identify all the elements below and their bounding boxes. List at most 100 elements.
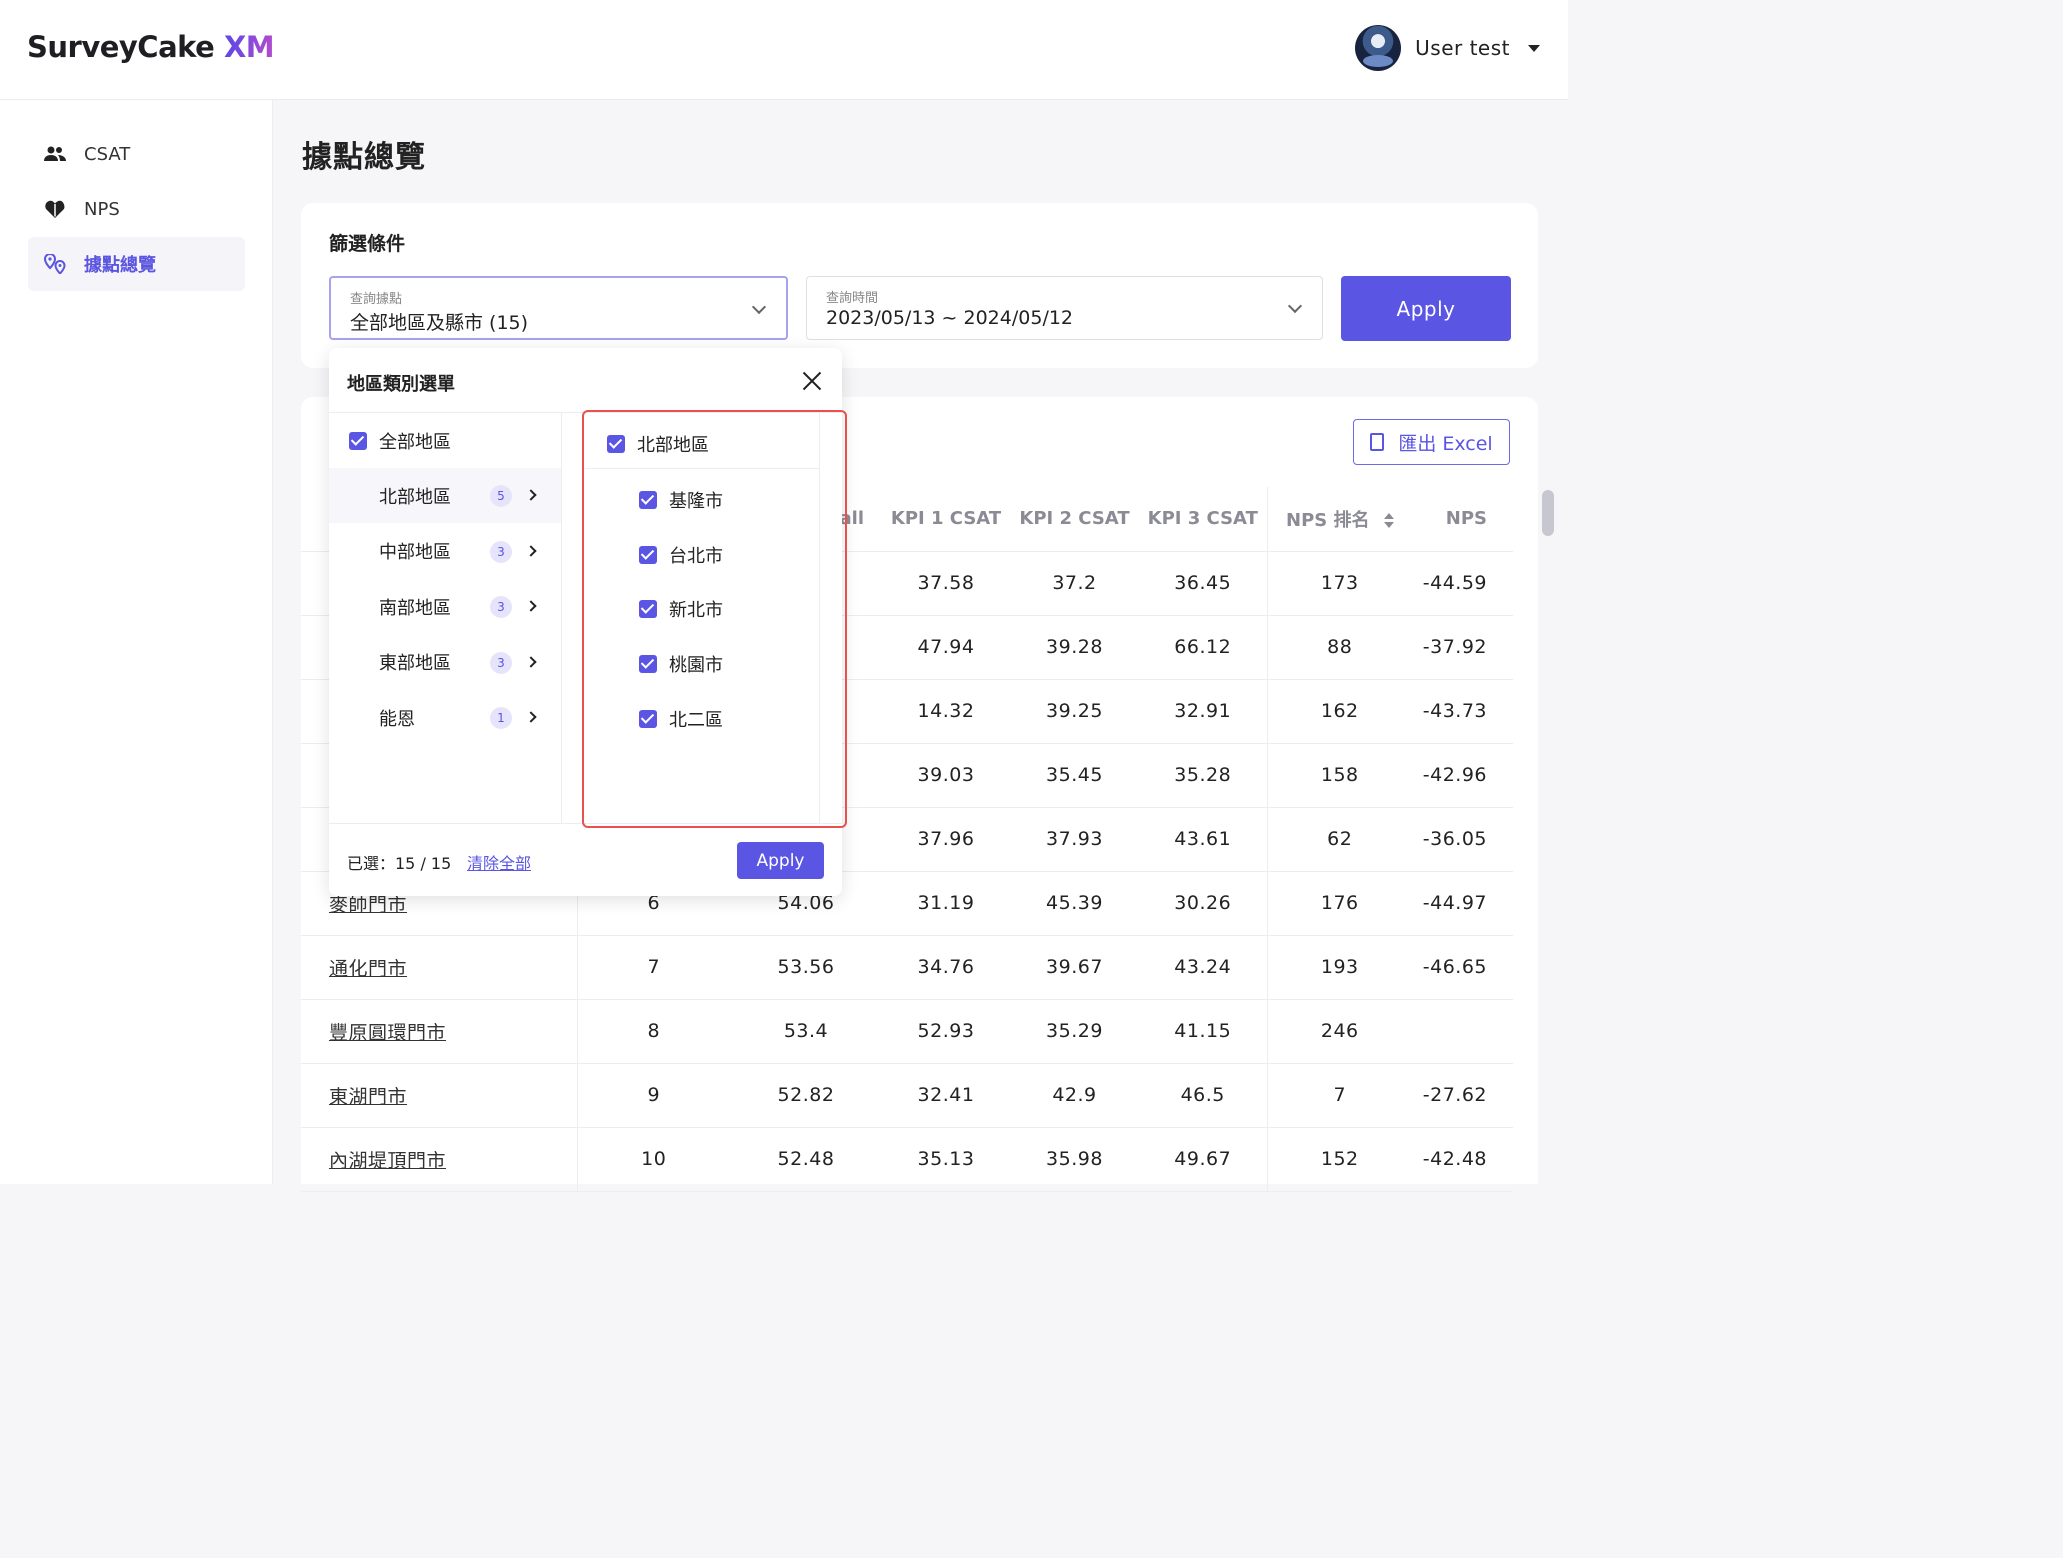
date-select-value: 2023/05/13 ~ 2024/05/12 (826, 307, 1074, 329)
region-item[interactable]: 北部地區 5 (329, 468, 561, 523)
cell-kpi2: 42.9 (1010, 1063, 1139, 1128)
cell-nps: -43.73 (1412, 679, 1513, 744)
avatar[interactable] (1355, 25, 1402, 71)
clear-all-link[interactable]: 清除全部 (467, 850, 531, 874)
cell-kpi2: 35.45 (1010, 743, 1139, 808)
chevron-right-icon[interactable] (525, 489, 537, 501)
region-list: 全部地區 北部地區 5 中部地區 3 南部地區 3 東部地區 3 能恩 1 (329, 413, 562, 824)
sidebar-item-csat[interactable]: CSAT (28, 127, 245, 181)
cell-nps (1412, 999, 1513, 1064)
cell-nps: -44.59 (1412, 551, 1513, 616)
sidebar-item-label: 據點總覽 (84, 255, 156, 276)
cell-kpi1: 47.94 (882, 615, 1010, 680)
date-select-caption: 查詢時間 (826, 291, 879, 306)
cell-kpi2: 37.93 (1010, 807, 1139, 872)
cell-kpi3: 41.15 (1139, 999, 1267, 1064)
page-title: 據點總覽 (302, 140, 426, 175)
file-export-icon (1370, 433, 1385, 451)
cell-kpi1: 31.19 (882, 871, 1010, 936)
cell-overall: 52.82 (730, 1063, 882, 1128)
cell-overall: 52.48 (730, 1127, 882, 1192)
chevron-right-icon[interactable] (525, 655, 537, 668)
location-pins-icon (44, 253, 66, 275)
region-count-badge: 3 (490, 540, 512, 563)
cell-nps-rank: 173 (1266, 551, 1412, 616)
column-header-kpi3[interactable]: KPI 3 CSAT (1139, 487, 1267, 552)
chevron-right-icon[interactable] (525, 544, 537, 557)
region-item[interactable]: 中部地區 3 (329, 524, 561, 579)
date-range-select[interactable]: 查詢時間 2023/05/13 ~ 2024/05/12 (806, 276, 1323, 340)
cell-kpi3: 30.26 (1139, 871, 1267, 936)
region-count-badge: 1 (490, 707, 512, 729)
cell-nps: -42.48 (1412, 1127, 1513, 1192)
dropdown-title: 地區類別選單 (347, 374, 455, 395)
region-count-badge: 5 (490, 485, 512, 507)
sidebar-item-label: NPS (84, 198, 120, 220)
store-name-link[interactable]: 東湖門市 (329, 1086, 407, 1108)
location-select[interactable]: 查詢據點 全部地區及縣市 (15) (329, 276, 788, 340)
export-excel-button[interactable]: 匯出 Excel (1353, 419, 1510, 465)
scrollbar-thumb[interactable] (1542, 490, 1554, 536)
cell-kpi1: 37.96 (882, 807, 1010, 872)
store-name-link[interactable]: 內湖堤頂門市 (329, 1150, 446, 1172)
app-logo[interactable]: SurveyCake XM (27, 30, 275, 64)
cell-nps: -37.92 (1412, 615, 1513, 680)
cell-kpi1: 37.58 (882, 551, 1010, 616)
chevron-right-icon[interactable] (525, 711, 537, 723)
region-label: 能恩 (379, 708, 415, 730)
column-header-kpi1[interactable]: KPI 1 CSAT (882, 487, 1010, 552)
region-label: 北部地區 (379, 486, 451, 508)
sidebar-item-nps[interactable]: NPS (28, 182, 245, 236)
cell-kpi1: 35.13 (882, 1127, 1010, 1192)
highlight-box (582, 410, 847, 828)
column-header-nps[interactable]: NPS (1412, 487, 1513, 552)
caret-down-icon[interactable] (1528, 44, 1540, 52)
store-name-link[interactable]: 豐原圓環門市 (329, 1022, 446, 1044)
close-icon[interactable] (801, 370, 823, 392)
region-item[interactable]: 東部地區 3 (329, 635, 561, 690)
export-excel-label: 匯出 Excel (1398, 432, 1493, 455)
region-item[interactable]: 南部地區 3 (329, 579, 561, 634)
cell-kpi2: 39.67 (1010, 935, 1139, 1000)
cell-kpi3: 43.24 (1139, 935, 1267, 1000)
cell-nps-rank: 7 (1266, 1063, 1412, 1128)
column-header-nps-rank[interactable]: NPS 排名 (1266, 487, 1412, 552)
cell-kpi2: 35.29 (1010, 999, 1139, 1064)
column-header-kpi2[interactable]: KPI 2 CSAT (1010, 487, 1139, 552)
cell-kpi3: 32.91 (1139, 679, 1267, 744)
store-name-link: 內湖堤頂門市 (301, 1127, 577, 1192)
chevron-down-icon (1287, 298, 1303, 314)
store-name-link[interactable]: 麥帥門市 (329, 894, 407, 916)
cell-overall: 53.4 (730, 999, 882, 1064)
user-name: User test (1415, 36, 1510, 60)
sidebar-item-location-overview[interactable]: 據點總覽 (28, 237, 245, 291)
cell-kpi1: 34.76 (882, 935, 1010, 1000)
store-name-link[interactable]: 通化門市 (329, 958, 407, 980)
region-label: 東部地區 (379, 653, 451, 674)
cell-kpi1: 14.32 (882, 679, 1010, 744)
chevron-right-icon[interactable] (525, 600, 537, 612)
cell-rank: 9 (576, 1063, 730, 1128)
region-item[interactable]: 能恩 1 (329, 690, 561, 745)
cell-rank: 10 (576, 1127, 730, 1192)
cell-kpi3: 46.5 (1139, 1063, 1267, 1128)
cell-kpi2: 39.25 (1010, 679, 1139, 744)
cell-kpi3: 36.45 (1139, 551, 1267, 616)
sort-icon[interactable] (1383, 513, 1394, 529)
apply-filter-button[interactable]: Apply (1341, 276, 1511, 341)
region-all-label: 全部地區 (379, 431, 451, 453)
checkbox-checked[interactable] (349, 431, 367, 450)
cell-nps-rank: 88 (1266, 615, 1412, 680)
cell-kpi3: 35.28 (1139, 743, 1267, 808)
cell-nps-rank: 176 (1266, 871, 1412, 936)
filter-title: 篩選條件 (329, 233, 406, 255)
region-label: 南部地區 (379, 597, 451, 619)
dropdown-apply-button[interactable]: Apply (737, 842, 824, 879)
cell-nps: -42.96 (1412, 743, 1513, 808)
region-item-all[interactable]: 全部地區 (329, 413, 561, 468)
cell-kpi1: 52.93 (882, 999, 1010, 1064)
store-name-link: 東湖門市 (301, 1063, 577, 1128)
cell-nps-rank: 162 (1266, 679, 1412, 744)
cell-kpi2: 39.28 (1010, 615, 1139, 680)
user-menu[interactable]: User test (1355, 24, 1540, 72)
